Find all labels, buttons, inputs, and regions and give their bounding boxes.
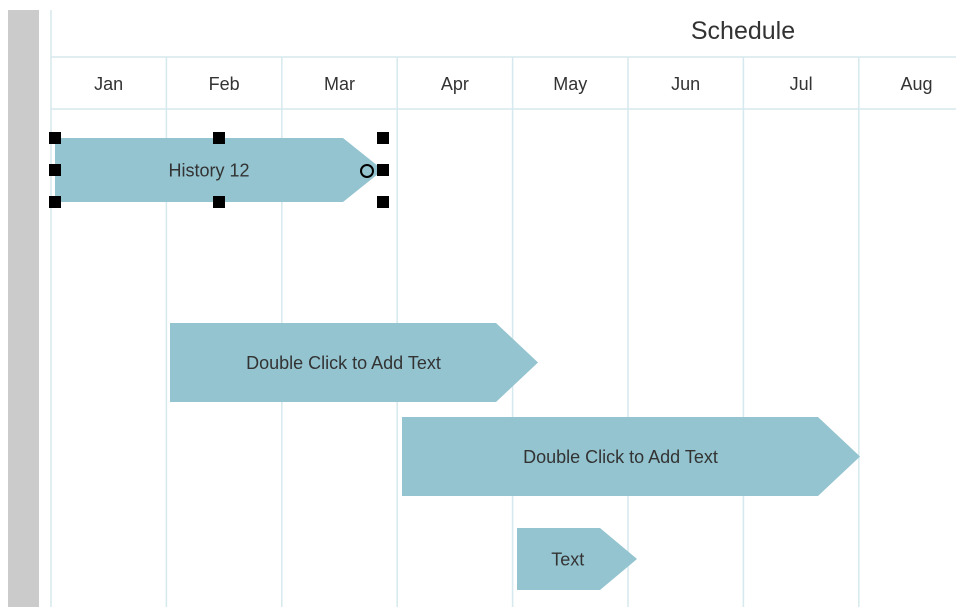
- resize-handle[interactable]: [213, 196, 225, 208]
- resize-handle[interactable]: [377, 164, 389, 176]
- resize-handle[interactable]: [377, 132, 389, 144]
- resize-handle[interactable]: [49, 164, 61, 176]
- resize-handle[interactable]: [377, 196, 389, 208]
- task-bar[interactable]: History 12: [55, 138, 383, 202]
- month-label-feb: Feb: [209, 74, 240, 94]
- task-bar-label: Double Click to Add Text: [246, 353, 441, 373]
- month-label-jan: Jan: [94, 74, 123, 94]
- resize-handle[interactable]: [49, 132, 61, 144]
- task-bar-label: History 12: [168, 161, 249, 181]
- month-label-jul: Jul: [790, 74, 813, 94]
- month-label-apr: Apr: [441, 74, 469, 94]
- month-label-may: May: [553, 74, 587, 94]
- gantt-editor: Schedule Jan Feb Mar Apr May Jun Jul Aug Histor…: [0, 0, 956, 607]
- resize-handle[interactable]: [213, 132, 225, 144]
- task-bar-label: Text: [551, 550, 584, 570]
- task-bar[interactable]: Double Click to Add Text: [170, 323, 538, 402]
- month-label-aug: Aug: [900, 74, 932, 94]
- task-bar[interactable]: Text: [517, 528, 637, 590]
- task-bar-label: Double Click to Add Text: [523, 447, 718, 467]
- month-label-mar: Mar: [324, 74, 355, 94]
- schedule-title: Schedule: [691, 17, 795, 45]
- task-bar[interactable]: Double Click to Add Text: [402, 417, 860, 496]
- month-label-jun: Jun: [671, 74, 700, 94]
- task-bars: History 12 Double Click to Add Text Double…: [55, 138, 860, 590]
- grid: [50, 10, 956, 607]
- resize-handle[interactable]: [49, 196, 61, 208]
- schedule-canvas[interactable]: Schedule Jan Feb Mar Apr May Jun Jul Aug Histor…: [0, 0, 956, 607]
